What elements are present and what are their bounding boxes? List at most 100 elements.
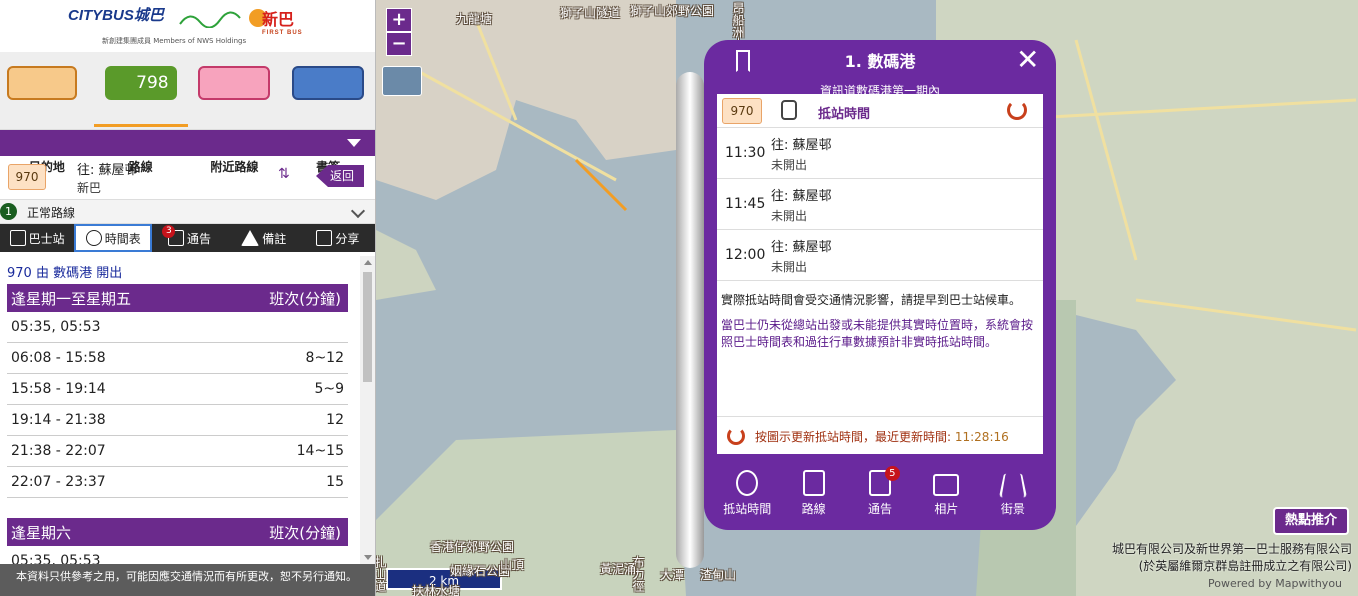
firstbus-logo[interactable]: 新巴 FIRST BUS	[262, 6, 303, 36]
map-label: 獅子山郊野公園	[630, 4, 715, 18]
nav-bookmark[interactable]: 書簽	[281, 52, 375, 174]
footer-eta[interactable]: 抵站時間	[714, 470, 780, 517]
eta-dest: 往: 蘇屋邨	[771, 240, 832, 255]
eta-time: 12:00	[725, 247, 766, 263]
clock-icon	[85, 230, 102, 246]
refresh-icon[interactable]	[1007, 100, 1027, 120]
footer-notice[interactable]: 5 通告	[847, 466, 913, 517]
tab-remarks[interactable]: 備註	[227, 224, 301, 252]
variant-number: 1	[0, 203, 17, 220]
frequency: 5~9	[314, 381, 344, 397]
copyright: 城巴有限公司及新世界第一巴士服務有限公司 (於英屬維爾京群島註冊成立之有限公司)	[1090, 541, 1352, 575]
table-row: 05:35, 05:53	[7, 546, 348, 564]
frequency-col-header: 班次(分鐘)	[269, 289, 341, 308]
map-label: 扶林水塘	[412, 584, 461, 596]
table-row: 22:07 - 23:37 15	[7, 467, 348, 498]
hot-picks-button[interactable]: 熱點推介	[1273, 507, 1349, 535]
eta-note: 實際抵站時間會受交通情況影響，請提早到巴士站候車。	[721, 293, 1022, 307]
tab-stops[interactable]: 巴士站	[0, 224, 74, 252]
nav-route[interactable]: 798 路線	[93, 52, 188, 174]
eta-dest: 往: 蘇屋邨	[771, 138, 832, 153]
scroll-thumb[interactable]	[363, 272, 372, 382]
frequency: 14~15	[296, 443, 344, 459]
bookmark-book-icon	[292, 66, 365, 100]
eta-row: 11:30 往: 蘇屋邨 未開出	[717, 128, 1043, 179]
refresh-icon[interactable]	[727, 427, 745, 445]
eta-time: 11:45	[725, 196, 766, 212]
saturday-header: 逢星期六 班次(分鐘)	[7, 518, 348, 546]
firstbus-wave-icon	[179, 9, 267, 28]
disclaimer: 本資料只供參考之用，可能因應交通情況而有所更改，恕不另行通知。	[0, 564, 375, 596]
nearby-routes-icon	[198, 66, 271, 100]
map-layer-icon[interactable]	[382, 66, 422, 96]
popup-pole	[676, 72, 704, 568]
scroll-up-icon[interactable]	[364, 260, 372, 265]
zoom-in-button[interactable]: +	[386, 8, 412, 32]
time-range: 22:07 - 23:37	[11, 474, 106, 490]
tab-notice-label: 通告	[187, 231, 212, 246]
timetable-scrollbar[interactable]	[360, 256, 375, 564]
swap-direction-icon[interactable]: ⇅	[278, 166, 290, 182]
route-tabs: 巴士站 時間表 3 通告 備註 分享	[0, 224, 375, 252]
table-row: 21:38 - 22:07 14~15	[7, 436, 348, 467]
list-icon	[9, 230, 26, 246]
zoom-out-button[interactable]: −	[386, 32, 412, 56]
citybus-logo[interactable]: CITYBUS城巴	[68, 4, 164, 25]
eta-row: 11:45 往: 蘇屋邨 未開出	[717, 179, 1043, 230]
timetable-title: 970 由 數碼港 開出	[7, 266, 123, 281]
time-range: 15:58 - 19:14	[11, 381, 106, 397]
stop-popup: 1. 數碼港 資訊道數碼港第一期內 ✕ 970 抵站時間 11:30 往: 蘇屋邨…	[704, 40, 1056, 530]
popup-header: 1. 數碼港 資訊道數碼港第一期內	[704, 48, 1056, 99]
map-label: 香港仔郊野公園	[430, 540, 515, 554]
frequency: 8~12	[305, 350, 344, 366]
collapse-bar[interactable]	[0, 130, 375, 156]
frequency: 15	[326, 474, 344, 490]
footer-eta-label: 抵站時間	[723, 502, 772, 516]
brand-header: CITYBUS城巴 新巴 FIRST BUS 新創建集團成員 Members of…	[0, 0, 375, 52]
timetable: 970 由 數碼港 開出 逢星期一至星期五 班次(分鐘) 05:35, 05:53…	[0, 256, 360, 564]
eta-status: 未開出	[771, 158, 808, 172]
saturday-heading: 逢星期六	[11, 523, 72, 542]
footer-streetview[interactable]: 街景	[980, 470, 1046, 517]
tab-notice[interactable]: 3 通告	[152, 224, 226, 252]
variant-label: 正常路線	[27, 206, 76, 220]
map-label: 獅子山隧道	[560, 6, 621, 20]
scroll-down-icon[interactable]	[364, 555, 372, 560]
destination-icon	[7, 66, 77, 100]
street-view-icon	[998, 473, 1027, 498]
map-label: 大潭	[660, 568, 685, 582]
back-button[interactable]: 返回	[316, 165, 364, 187]
eta-bar: 970 抵站時間	[717, 94, 1043, 128]
eta-dest: 往: 蘇屋邨	[771, 189, 832, 204]
route-grid-icon	[802, 470, 825, 496]
tab-timetable[interactable]: 時間表	[74, 224, 153, 252]
eta-status: 未開出	[771, 260, 808, 274]
nav-nearby[interactable]: 附近路線	[188, 52, 282, 174]
tab-stops-label: 巴士站	[28, 231, 65, 246]
tab-share-label: 分享	[335, 231, 360, 246]
footer-photo[interactable]: 相片	[913, 470, 979, 517]
tab-share[interactable]: 分享	[301, 224, 375, 252]
route-search-icon: 798	[104, 66, 177, 100]
map-label: 渣甸山	[700, 568, 737, 582]
close-icon[interactable]: ✕	[1016, 46, 1039, 74]
update-info: 按圖示更新抵站時間，最近更新時間: 11:28:16	[717, 416, 1043, 454]
time-range: 21:38 - 22:07	[11, 443, 106, 459]
footer-route[interactable]: 路線	[780, 470, 846, 517]
map-label: 黃泥涌	[600, 562, 637, 576]
weekday-heading: 逢星期一至星期五	[11, 289, 132, 308]
powered-by: Powered by Mapwithyou	[1208, 577, 1343, 590]
tab-remarks-label: 備註	[262, 231, 287, 246]
map-label: 山頂	[500, 558, 525, 572]
time-range: 05:35, 05:53	[11, 319, 101, 335]
route-destination: 往: 蘇屋邨	[77, 163, 138, 178]
eta-label: 抵站時間	[818, 107, 871, 122]
nav-destination[interactable]: 目的地	[0, 52, 94, 174]
route-operator: 新巴	[77, 181, 102, 195]
update-text: 按圖示更新抵站時間，最近更新時間:	[755, 430, 955, 444]
eta-panel: 970 抵站時間 11:30 往: 蘇屋邨 未開出 11:45 往: 蘇屋邨 未開出 12:…	[717, 94, 1043, 454]
brand-subtitle: 新創建集團成員 Members of NWS Holdings	[102, 37, 247, 45]
warning-icon	[241, 230, 260, 246]
table-row: 06:08 - 15:58 8~12	[7, 343, 348, 374]
route-variant-select[interactable]: 1 正常路線	[0, 200, 375, 224]
